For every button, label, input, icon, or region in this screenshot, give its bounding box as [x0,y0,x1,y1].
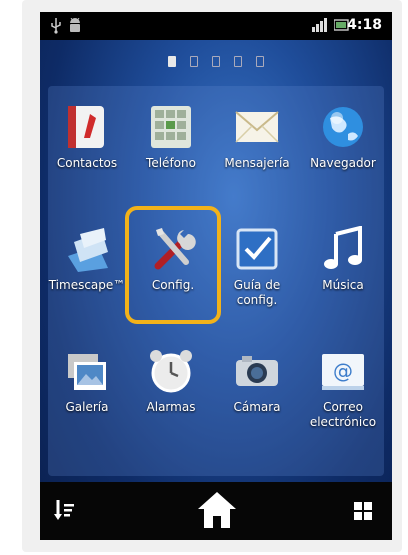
email-icon: @ [320,348,366,394]
app-camara[interactable]: Cámara [212,348,302,458]
envelope-icon [234,104,280,150]
app-label: Música [322,278,364,292]
bottom-bar [40,482,392,540]
gallery-icon [64,348,110,394]
alarm-clock-icon [148,348,194,394]
app-guia-config[interactable]: Guía de config. [212,226,302,336]
android-icon [68,17,82,38]
app-timescape[interactable]: Timescape™ [42,226,132,336]
app-contactos[interactable]: Contactos [42,104,132,214]
status-bar: 4:18 [40,12,392,40]
app-label: Mensajería [224,156,290,170]
sort-icon[interactable] [54,500,74,526]
phone-keypad-icon [148,104,194,150]
app-navegador[interactable]: Navegador [298,104,388,214]
status-time: 4:18 [347,17,382,33]
timescape-icon [64,226,110,272]
camera-icon [234,348,280,394]
usb-icon [50,18,62,38]
contacts-icon [64,104,110,150]
app-mensajeria[interactable]: Mensajería [212,104,302,214]
app-label: Timescape™ [48,278,126,292]
app-alarmas[interactable]: Alarmas [126,348,216,458]
app-label: Contactos [56,156,118,170]
app-label: Alarmas [146,400,196,414]
app-galeria[interactable]: Galería [42,348,132,458]
page-dot[interactable] [234,56,242,67]
app-grid-icon[interactable] [354,502,372,524]
music-note-icon [320,225,366,272]
checkbox-icon [234,226,280,272]
app-label: Teléfono [146,156,196,170]
app-label: Guía de config. [233,278,281,307]
signal-icon [312,18,328,36]
svg-text:@: @ [333,359,353,383]
app-label: Correo electrónico [309,400,377,429]
home-icon[interactable] [198,492,236,532]
app-label: Galería [65,400,109,414]
app-musica[interactable]: Música [298,225,388,336]
page-dot[interactable] [256,56,264,67]
app-label: Navegador [310,156,376,170]
page-dot[interactable] [190,56,198,67]
globe-icon [320,104,366,150]
app-label: Cámara [233,400,281,414]
app-correo[interactable]: @ Correo electrónico [298,348,388,458]
page-dot[interactable] [212,56,220,67]
app-telefono[interactable]: Teléfono [126,104,216,214]
page-indicator [40,52,392,67]
selection-highlight [125,206,221,324]
page-dot[interactable] [168,56,176,67]
